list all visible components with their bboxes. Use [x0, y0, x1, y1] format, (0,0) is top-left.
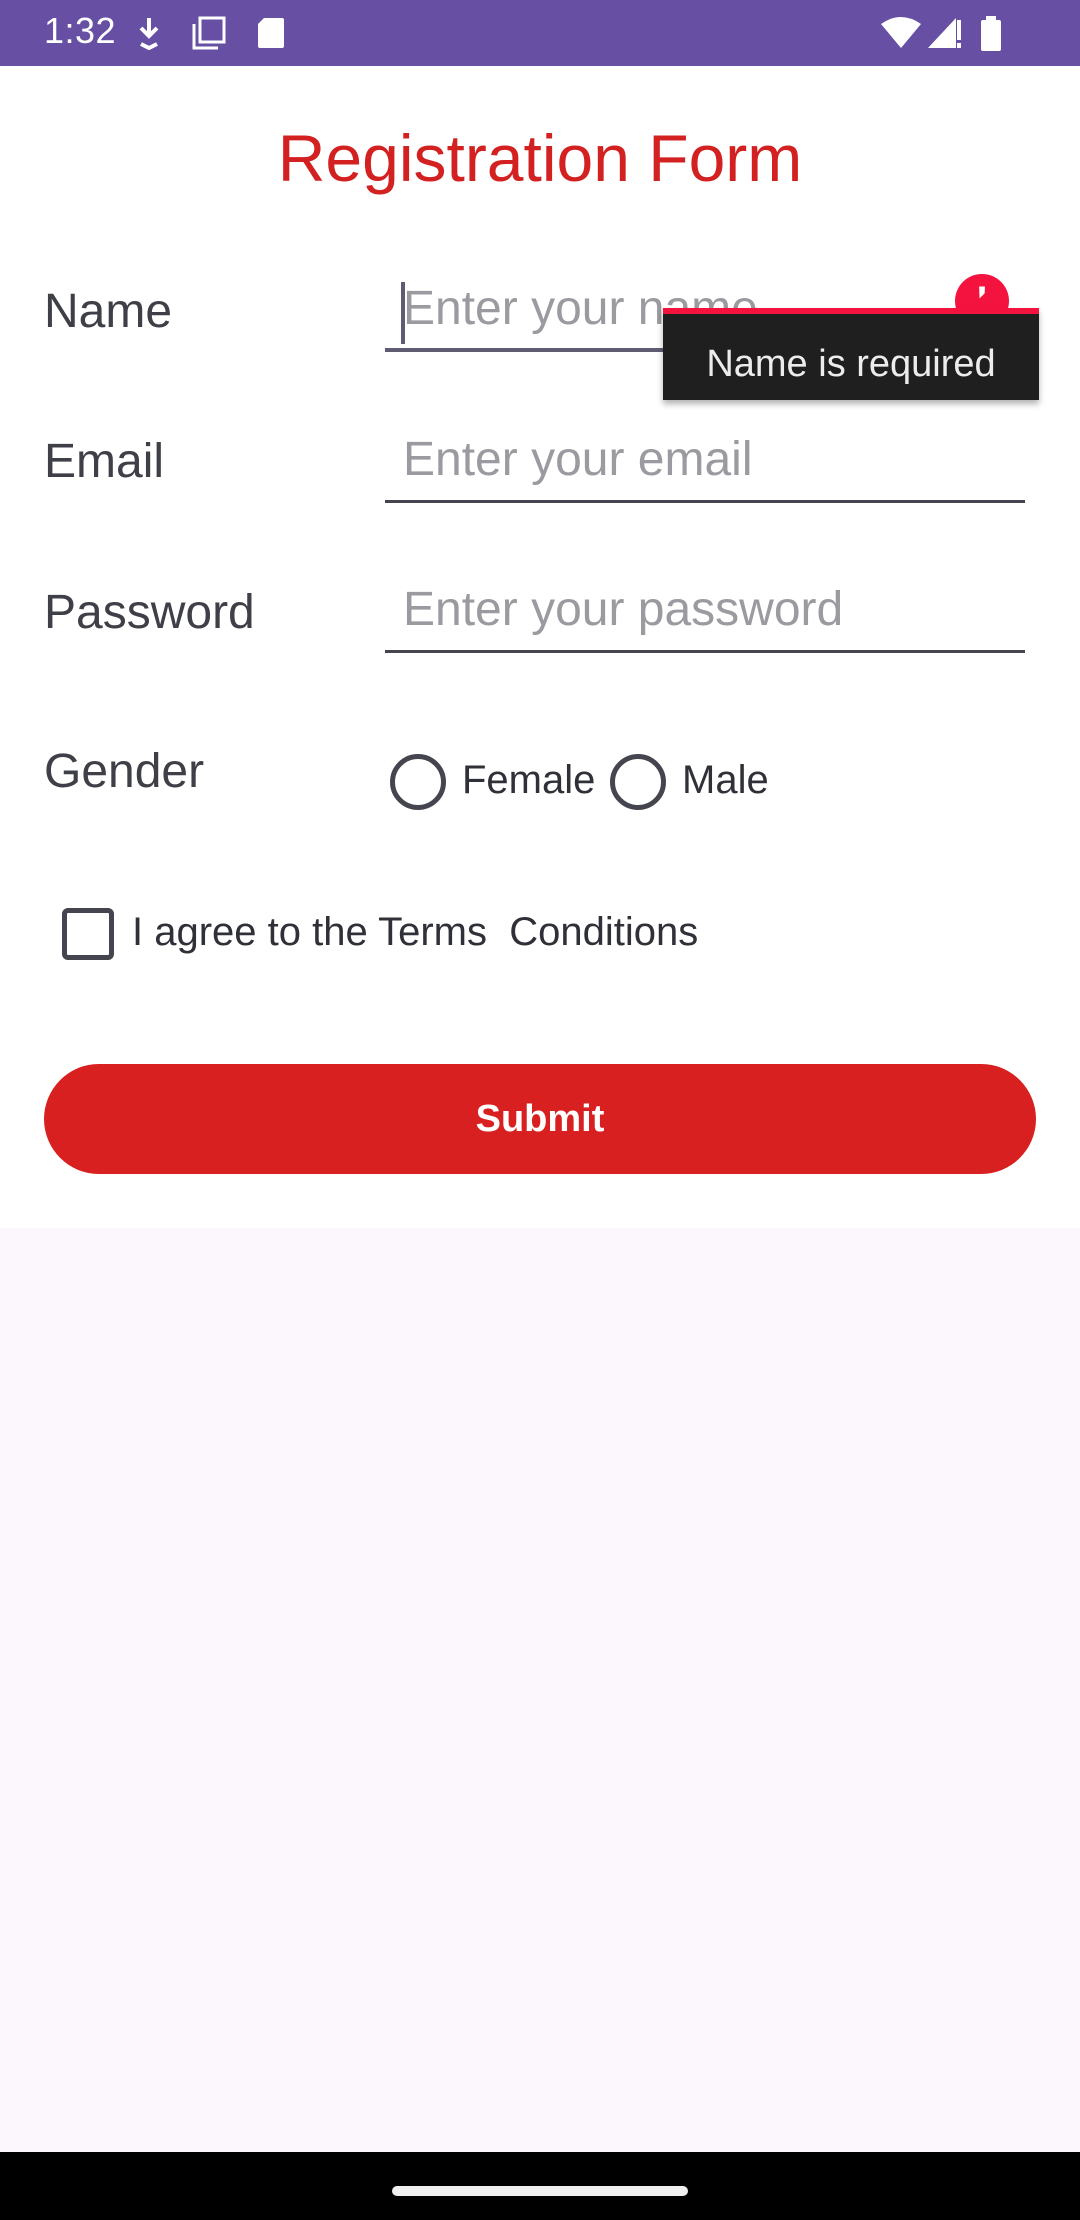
male-radio[interactable] — [610, 754, 666, 810]
status-time: 1:32 — [44, 10, 117, 51]
sd-card-icon — [256, 16, 286, 55]
gender-radio-group: Female Male — [390, 744, 990, 824]
password-label: Password — [44, 586, 255, 639]
navigation-bar — [0, 2152, 1080, 2220]
email-label: Email — [44, 435, 165, 488]
registration-form: Registration Form Name ! Email Password … — [0, 66, 1080, 1228]
email-input[interactable] — [403, 419, 963, 499]
signal-icon — [926, 16, 962, 55]
wifi-icon — [880, 16, 922, 55]
status-bar: 1:32 — [0, 0, 1080, 66]
download-icon — [134, 16, 164, 55]
error-tooltip: Name is required — [663, 308, 1039, 400]
password-field[interactable] — [385, 569, 1025, 653]
terms-checkbox[interactable] — [62, 908, 114, 960]
female-radio-label[interactable]: Female — [462, 758, 595, 803]
copy-icon — [190, 16, 226, 57]
battery-icon — [980, 16, 1002, 57]
submit-button[interactable]: Submit — [44, 1064, 1036, 1174]
home-handle[interactable] — [392, 2186, 688, 2196]
page-title: Registration Form — [277, 121, 803, 195]
email-field[interactable] — [385, 419, 1025, 503]
password-input[interactable] — [403, 569, 963, 649]
gender-label: Gender — [44, 745, 205, 798]
female-radio[interactable] — [390, 754, 446, 810]
male-radio-label[interactable]: Male — [682, 758, 769, 803]
tooltip-arrow — [970, 292, 1002, 308]
terms-label[interactable]: I agree to the Terms Conditions — [132, 910, 698, 955]
name-label: Name — [44, 285, 173, 338]
